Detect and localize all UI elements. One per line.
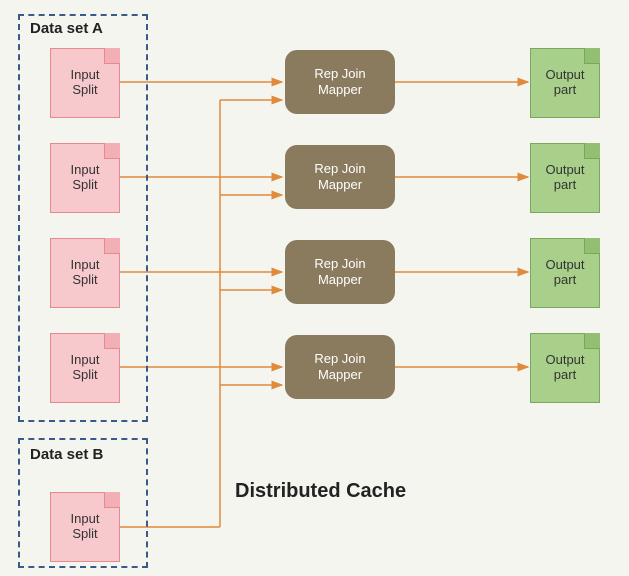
mapper-3: Rep Join Mapper (285, 240, 395, 304)
input-split-a-3: Input Split (50, 238, 120, 308)
file-label: Input Split (71, 512, 100, 542)
input-split-b: Input Split (50, 492, 120, 562)
mapper-1: Rep Join Mapper (285, 50, 395, 114)
input-split-a-2: Input Split (50, 143, 120, 213)
output-part-3: Output part (530, 238, 600, 308)
file-label: Input Split (71, 68, 100, 98)
mapper-label: Rep Join Mapper (314, 66, 365, 97)
file-label: Output part (545, 353, 584, 383)
file-label: Output part (545, 258, 584, 288)
file-label: Input Split (71, 163, 100, 193)
file-label: Input Split (71, 258, 100, 288)
output-part-1: Output part (530, 48, 600, 118)
dataset-a-label: Data set A (30, 20, 103, 37)
mapper-4: Rep Join Mapper (285, 335, 395, 399)
file-label: Input Split (71, 353, 100, 383)
dataset-b-label: Data set B (30, 446, 103, 463)
input-split-a-4: Input Split (50, 333, 120, 403)
input-split-a-1: Input Split (50, 48, 120, 118)
mapper-label: Rep Join Mapper (314, 256, 365, 287)
mapper-label: Rep Join Mapper (314, 351, 365, 382)
output-part-4: Output part (530, 333, 600, 403)
mapper-2: Rep Join Mapper (285, 145, 395, 209)
output-part-2: Output part (530, 143, 600, 213)
diagram-canvas: Data set A Input Split Input Split Input… (0, 0, 629, 576)
mapper-label: Rep Join Mapper (314, 161, 365, 192)
file-label: Output part (545, 163, 584, 193)
diagram-title: Distributed Cache (235, 480, 406, 503)
file-label: Output part (545, 68, 584, 98)
